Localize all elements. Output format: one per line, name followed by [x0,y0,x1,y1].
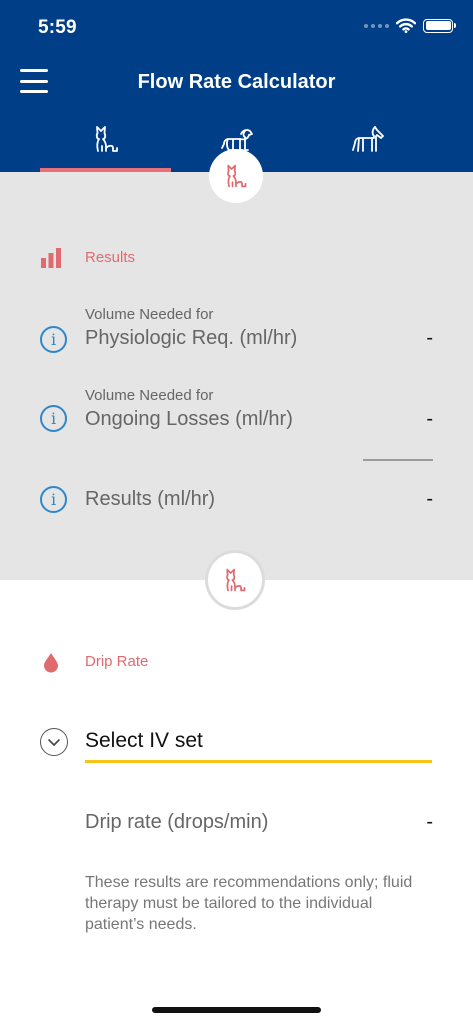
app-header: 5:59 Flow Rate Calculator [0,0,473,172]
drip-rate-value: - [426,811,433,833]
drip-rate-row: Drip rate (drops/min) - [40,808,433,838]
result-caption: Volume Needed for [85,387,214,404]
cat-badge [209,149,263,203]
result-value: - [426,488,433,510]
result-label: Results (ml/hr) [85,488,216,510]
results-heading-label: Results [85,249,136,266]
status-time: 5:59 [38,17,77,38]
cat-icon [95,126,118,152]
status-icons [364,18,456,33]
result-value: - [426,327,433,349]
result-caption: Volume Needed for [85,306,214,323]
cellular-signal-icon [364,23,389,28]
results-panel [0,172,473,580]
info-icon[interactable]: i [40,486,67,513]
cat-icon [227,164,247,188]
iv-set-dropdown-toggle[interactable] [40,728,68,756]
drip-rate-label: Drip rate (drops/min) [85,811,269,833]
result-row-total: i Results (ml/hr) - [40,485,433,515]
info-icon[interactable]: i [40,405,67,432]
home-indicator[interactable] [152,1007,321,1013]
cat-icon [226,568,246,592]
battery-icon [423,18,456,33]
info-icon[interactable]: i [40,326,67,353]
result-row-ongoing-losses: i Volume Needed for Ongoing Losses (ml/h… [40,387,433,437]
results-heading: Results [40,248,135,268]
result-value: - [426,408,433,430]
tab-horse[interactable] [302,118,433,172]
sum-divider [363,459,433,461]
drop-icon [44,653,58,673]
disclaimer-text: These results are recommendations only; … [85,874,413,933]
tab-cat[interactable] [40,118,171,172]
result-label: Physiologic Req. (ml/hr) [85,327,298,349]
horse-icon [351,126,384,152]
iv-set-select[interactable]: Select IV set [85,729,203,753]
drip-rate-heading-label: Drip Rate [85,653,149,670]
drip-rate-heading: Drip Rate [40,651,148,673]
chevron-down-icon [48,739,60,746]
wifi-icon [396,18,416,33]
bar-chart-icon [41,248,61,268]
page-title: Flow Rate Calculator [137,71,336,93]
result-row-physiologic: i Volume Needed for Physiologic Req. (ml… [40,306,433,356]
result-label: Ongoing Losses (ml/hr) [85,408,293,430]
iv-set-select-underline [85,760,432,763]
cat-badge [208,553,262,607]
